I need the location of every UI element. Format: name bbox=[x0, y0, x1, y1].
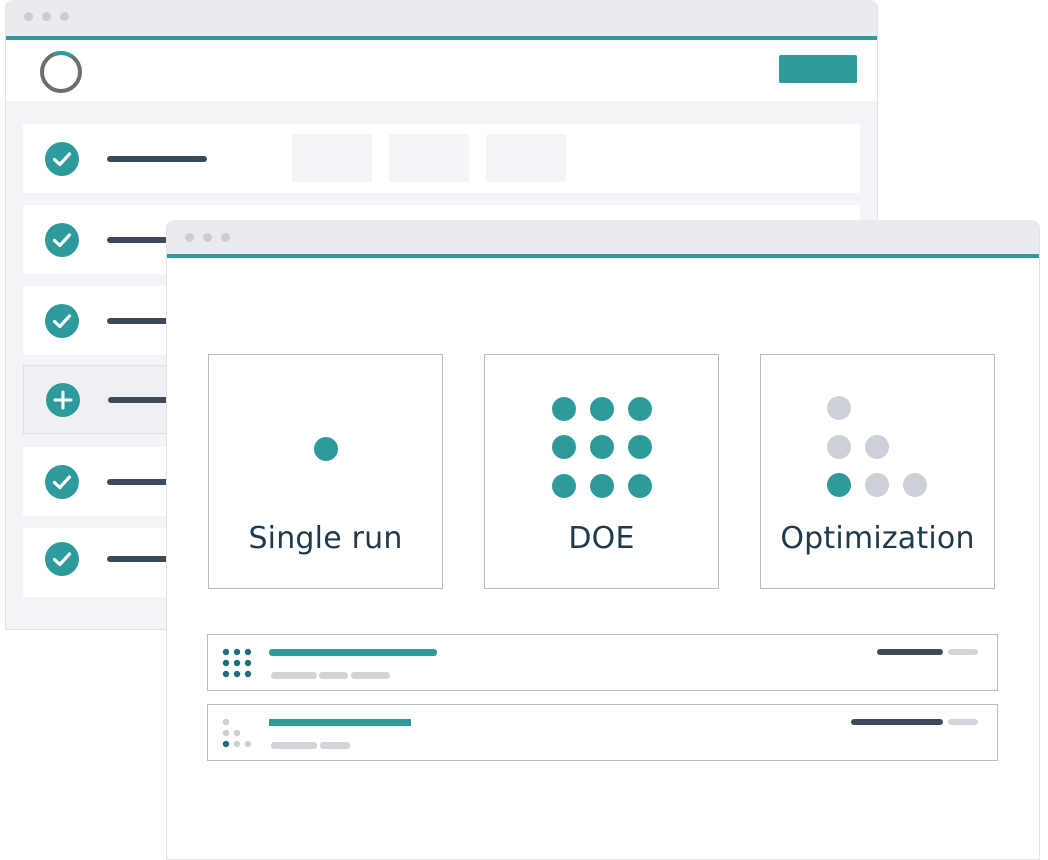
single-dot-icon bbox=[314, 437, 338, 461]
window-minimize-dot[interactable] bbox=[42, 12, 51, 21]
progress-ring-icon bbox=[40, 51, 82, 93]
check-circle-icon bbox=[45, 223, 79, 257]
task-title-placeholder bbox=[107, 156, 207, 162]
titlebar-accent-line bbox=[167, 254, 1039, 258]
plus-circle-icon bbox=[46, 383, 80, 417]
dot-grid-icon bbox=[552, 397, 652, 498]
card-single-run[interactable]: Single run bbox=[208, 354, 443, 589]
window-maximize-dot[interactable] bbox=[221, 233, 230, 242]
window-titlebar bbox=[6, 0, 877, 36]
list-item-meta-placeholder bbox=[948, 649, 978, 655]
list-item-title-placeholder bbox=[269, 649, 437, 656]
task-row[interactable] bbox=[23, 124, 860, 193]
check-circle-icon bbox=[45, 542, 79, 576]
list-item-title-placeholder bbox=[269, 719, 411, 726]
check-circle-icon bbox=[45, 465, 79, 499]
window-close-dot[interactable] bbox=[24, 12, 33, 21]
dot-triangle-icon bbox=[222, 718, 252, 748]
foreground-window: Single run DOE Optimization bbox=[166, 220, 1040, 860]
list-item[interactable] bbox=[207, 634, 998, 691]
list-item-meta-placeholder bbox=[948, 719, 978, 725]
check-circle-icon bbox=[45, 142, 79, 176]
primary-action-button[interactable] bbox=[779, 55, 857, 83]
card-doe[interactable]: DOE bbox=[484, 354, 719, 589]
cell-placeholder bbox=[389, 134, 469, 182]
list-item-meta-placeholder bbox=[851, 719, 943, 725]
window-titlebar bbox=[167, 220, 1039, 254]
app-header bbox=[6, 40, 877, 101]
list-item-subtitle-placeholder bbox=[271, 672, 317, 679]
list-item-subtitle-placeholder bbox=[320, 742, 350, 749]
check-circle-icon bbox=[45, 304, 79, 338]
cell-placeholder bbox=[292, 134, 372, 182]
card-label: Single run bbox=[248, 521, 403, 556]
cell-placeholder bbox=[486, 134, 566, 182]
window-minimize-dot[interactable] bbox=[203, 233, 212, 242]
list-item-subtitle-placeholder bbox=[271, 742, 317, 749]
list-item[interactable] bbox=[207, 704, 998, 761]
list-item-subtitle-placeholder bbox=[319, 672, 348, 679]
card-optimization[interactable]: Optimization bbox=[760, 354, 995, 589]
list-item-meta-placeholder bbox=[877, 649, 943, 655]
window-maximize-dot[interactable] bbox=[60, 12, 69, 21]
dot-triangle-icon bbox=[827, 396, 927, 497]
card-label: DOE bbox=[568, 521, 635, 556]
card-label: Optimization bbox=[780, 521, 975, 556]
dot-grid-icon bbox=[222, 648, 252, 678]
window-close-dot[interactable] bbox=[185, 233, 194, 242]
list-item-subtitle-placeholder bbox=[351, 672, 390, 679]
